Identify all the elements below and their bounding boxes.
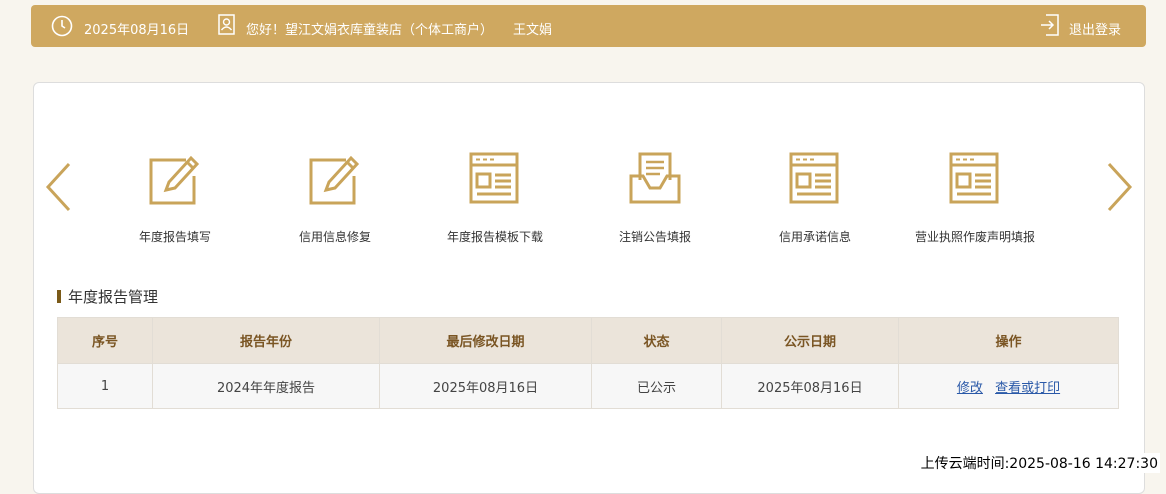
template-icon — [789, 152, 839, 204]
menu-label: 注销公告填报 — [618, 230, 691, 244]
logout-icon[interactable] — [1040, 14, 1060, 36]
carousel-prev-arrow-icon[interactable] — [42, 160, 74, 214]
current-date: 2025年08月16日 — [84, 23, 190, 38]
template-icon — [949, 152, 999, 204]
menu-label: 信用信息修复 — [298, 230, 371, 244]
clock-icon — [51, 15, 73, 37]
modify-link[interactable]: 修改 — [957, 381, 983, 396]
upload-time-status: 上传云端时间:2025-08-16 14:27:30 — [918, 453, 1160, 473]
menu-credit-commitment[interactable]: 信用承诺信息 — [730, 150, 900, 245]
edit-icon — [309, 155, 360, 205]
column-header: 操作 — [898, 317, 1119, 364]
inbox-document-icon — [629, 152, 681, 204]
menu-label: 年度报告模板下载 — [446, 230, 543, 244]
greeting-text: 您好！望江文娟衣库童装店（个体工商户） — [246, 23, 494, 38]
template-icon — [469, 152, 519, 204]
menu-template-download[interactable]: 年度报告模板下载 — [410, 150, 580, 245]
section-marker — [57, 290, 61, 303]
menu-license-void-statement[interactable]: 营业执照作废声明填报 — [890, 150, 1060, 245]
edit-icon — [149, 155, 200, 205]
column-header: 公示日期 — [721, 317, 899, 364]
column-header: 状态 — [591, 317, 722, 364]
menu-credit-repair[interactable]: 信用信息修复 — [250, 150, 420, 245]
column-header: 序号 — [57, 317, 153, 364]
table-header-row: 序号 报告年份 最后修改日期 状态 公示日期 操作 — [57, 317, 1119, 364]
cell-report-year: 2024年年度报告 — [152, 363, 380, 409]
menu-cancellation-notice[interactable]: 注销公告填报 — [570, 150, 740, 245]
view-print-link[interactable]: 查看或打印 — [995, 381, 1060, 396]
menu-annual-report-fill[interactable]: 年度报告填写 — [90, 150, 260, 245]
menu-label: 营业执照作废声明填报 — [914, 230, 1035, 244]
section-title: 年度报告管理 — [57, 286, 158, 307]
menu-label: 年度报告填写 — [138, 230, 211, 244]
annual-report-table: 序号 报告年份 最后修改日期 状态 公示日期 操作 1 2024年年度报告 20… — [57, 317, 1119, 409]
cell-status: 已公示 — [591, 363, 722, 409]
top-bar: 2025年08月16日 您好！望江文娟衣库童装店（个体工商户） 王文娟 退出登录 — [31, 5, 1146, 47]
main-panel — [33, 82, 1145, 494]
menu-label: 信用承诺信息 — [778, 230, 851, 244]
cell-modified-date: 2025年08月16日 — [379, 363, 592, 409]
carousel-next-arrow-icon[interactable] — [1104, 160, 1136, 214]
cell-index: 1 — [57, 363, 153, 409]
column-header: 报告年份 — [152, 317, 380, 364]
cell-actions: 修改 查看或打印 — [898, 363, 1119, 409]
user-card-icon — [218, 14, 235, 35]
column-header: 最后修改日期 — [379, 317, 592, 364]
section-title-text: 年度报告管理 — [68, 288, 159, 306]
cell-publish-date: 2025年08月16日 — [721, 363, 899, 409]
user-name: 王文娟 — [513, 23, 553, 38]
logout-button[interactable]: 退出登录 — [1069, 19, 1121, 38]
table-row: 1 2024年年度报告 2025年08月16日 已公示 2025年08月16日 … — [57, 363, 1119, 409]
